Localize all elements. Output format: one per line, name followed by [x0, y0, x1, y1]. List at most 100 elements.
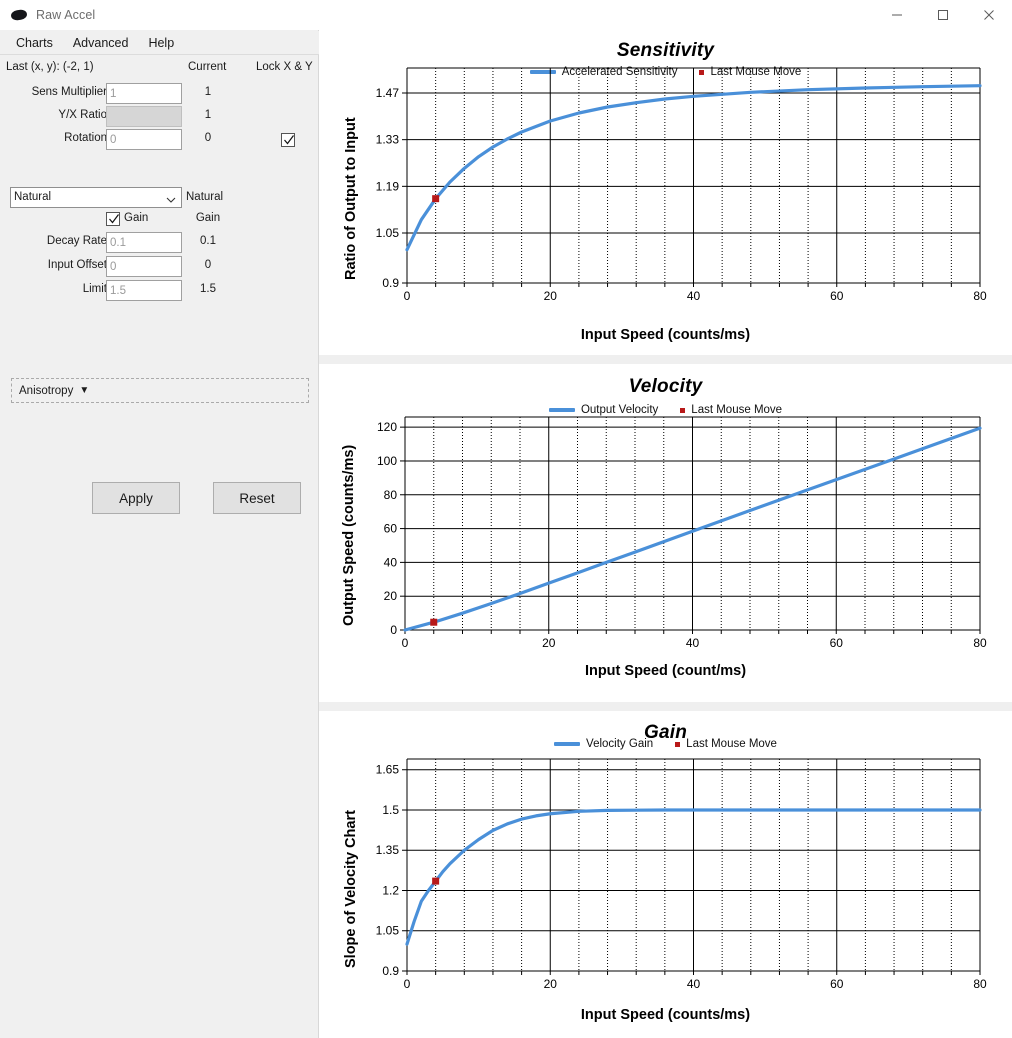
label-sens-multiplier: Sens Multiplier — [31, 86, 107, 98]
current-rotation: 0 — [204, 132, 212, 144]
label-limit: Limit — [82, 283, 107, 295]
current-accel-mode: Natural — [186, 191, 224, 203]
y-tick-label: 1.65 — [376, 763, 400, 777]
triangle-down-icon: ▼ — [79, 385, 90, 396]
last-mouse-move-marker — [432, 195, 440, 203]
y-tick-label: 100 — [377, 454, 397, 468]
anisotropy-label: Anisotropy — [19, 384, 74, 397]
x-tick-label: 60 — [830, 977, 844, 991]
gain-checkbox-label: Gain — [124, 212, 149, 224]
last-mouse-move-marker — [430, 618, 438, 626]
x-tick-label: 0 — [402, 636, 409, 650]
close-icon[interactable] — [966, 0, 1012, 30]
input-rotation[interactable] — [106, 129, 182, 150]
sensitivity-chart: Sensitivity Accelerated Sensitivity Last… — [319, 30, 1012, 355]
velocity-x-axis-title: Input Speed (count/ms) — [584, 663, 747, 679]
label-yx-ratio: Y/X Ratio — [58, 109, 107, 121]
input-limit[interactable] — [106, 280, 182, 301]
current-decay-rate: 0.1 — [200, 235, 216, 247]
y-tick-label: 1.05 — [376, 924, 400, 938]
x-tick-label: 60 — [830, 636, 844, 650]
current-column-header: Current — [188, 61, 227, 73]
input-input-offset[interactable] — [106, 256, 182, 277]
sensitivity-x-axis-title: Input Speed (counts/ms) — [580, 327, 751, 343]
reset-button[interactable]: Reset — [213, 482, 301, 514]
window-title: Raw Accel — [36, 7, 96, 22]
sensitivity-y-axis-title: Ratio of Output to Input — [343, 117, 359, 280]
field-row-sens-multiplier: Sens Multiplier 1 — [0, 83, 319, 105]
field-row-limit: Limit 1.5 — [0, 280, 319, 302]
y-tick-label: 40 — [384, 555, 398, 569]
y-tick-label: 120 — [377, 420, 397, 434]
current-yx-ratio: 1 — [204, 109, 212, 121]
maximize-icon[interactable] — [920, 0, 966, 30]
menu-bar: Charts Advanced Help — [0, 31, 319, 55]
input-decay-rate[interactable] — [106, 232, 182, 253]
menu-item-charts[interactable]: Charts — [6, 33, 63, 53]
label-rotation: Rotation — [64, 132, 107, 144]
x-tick-label: 60 — [830, 289, 844, 303]
y-tick-label: 0.9 — [382, 276, 399, 290]
chart-divider-2 — [319, 702, 1012, 711]
y-tick-label: 1.5 — [382, 803, 399, 817]
x-tick-label: 80 — [973, 289, 987, 303]
last-xy-readout: Last (x, y): (-2, 1) — [6, 61, 94, 73]
velocity-chart: Velocity Output Velocity Last Mouse Move… — [319, 364, 1012, 702]
current-limit: 1.5 — [200, 283, 216, 295]
mouse-icon — [10, 8, 28, 22]
label-decay-rate: Decay Rate — [46, 235, 107, 247]
y-tick-label: 0 — [390, 623, 397, 637]
y-tick-label: 1.35 — [376, 843, 400, 857]
last-mouse-move-marker — [432, 877, 440, 885]
gain-checkbox[interactable] — [106, 212, 120, 226]
y-tick-label: 1.05 — [376, 226, 400, 240]
input-yx-ratio — [106, 106, 182, 127]
current-input-offset: 0 — [204, 259, 212, 271]
velocity-y-axis-title: Output Speed (counts/ms) — [341, 444, 357, 626]
gain-plot: 0.9 1.05 1.2 1.35 1.5 1.65 0 20 40 60 80 — [376, 758, 987, 991]
sensitivity-plot: 0.9 1.05 1.19 1.33 1.47 0 20 40 60 80 — [376, 67, 987, 303]
y-tick-label: 80 — [384, 488, 398, 502]
settings-panel: Charts Advanced Help Last (x, y): (-2, 1… — [0, 30, 319, 1038]
label-input-offset: Input Offset — [47, 259, 107, 271]
x-tick-label: 80 — [973, 977, 987, 991]
y-tick-label: 60 — [384, 522, 398, 536]
gain-y-axis-title: Slope of Velocity Chart — [343, 810, 359, 968]
apply-button[interactable]: Apply — [92, 482, 180, 514]
y-tick-label: 1.47 — [376, 86, 400, 100]
field-row-input-offset: Input Offset 0 — [0, 256, 319, 278]
x-tick-label: 20 — [544, 289, 558, 303]
accel-mode-value: Natural — [14, 191, 52, 203]
velocity-plot: 0 20 40 60 80 100 120 0 20 40 60 80 — [377, 416, 987, 650]
lock-xy-checkbox[interactable] — [281, 133, 295, 147]
window-controls — [874, 0, 1012, 30]
chart-divider-1 — [319, 355, 1012, 364]
anisotropy-expander[interactable]: Anisotropy ▼ — [11, 378, 309, 403]
y-tick-label: 1.19 — [376, 179, 400, 193]
x-tick-label: 40 — [687, 977, 701, 991]
menu-item-advanced[interactable]: Advanced — [63, 33, 139, 53]
y-tick-label: 20 — [384, 589, 398, 603]
current-gain: Gain — [195, 212, 221, 224]
x-tick-label: 40 — [687, 289, 701, 303]
x-tick-label: 20 — [542, 636, 556, 650]
chevron-down-icon — [166, 193, 176, 203]
gain-x-axis-title: Input Speed (counts/ms) — [580, 1007, 751, 1023]
x-tick-label: 0 — [404, 977, 411, 991]
x-tick-label: 20 — [544, 977, 558, 991]
y-tick-label: 1.2 — [382, 883, 399, 897]
minimize-icon[interactable] — [874, 0, 920, 30]
window-titlebar: Raw Accel — [0, 0, 1012, 30]
input-sens-multiplier[interactable] — [106, 83, 182, 104]
titlebar-left: Raw Accel — [0, 8, 95, 22]
raw-accel-window: Raw Accel Charts Advanced Help Last (x, … — [0, 0, 1012, 1038]
x-tick-label: 80 — [973, 636, 987, 650]
field-row-yx-ratio: Y/X Ratio 1 — [0, 106, 319, 128]
x-tick-label: 40 — [686, 636, 700, 650]
accel-mode-dropdown[interactable]: Natural — [10, 187, 182, 208]
current-sens-multiplier: 1 — [204, 86, 212, 98]
y-tick-label: 1.33 — [376, 133, 400, 147]
y-tick-label: 0.9 — [382, 964, 399, 978]
x-tick-label: 0 — [404, 289, 411, 303]
menu-item-help[interactable]: Help — [138, 33, 184, 53]
